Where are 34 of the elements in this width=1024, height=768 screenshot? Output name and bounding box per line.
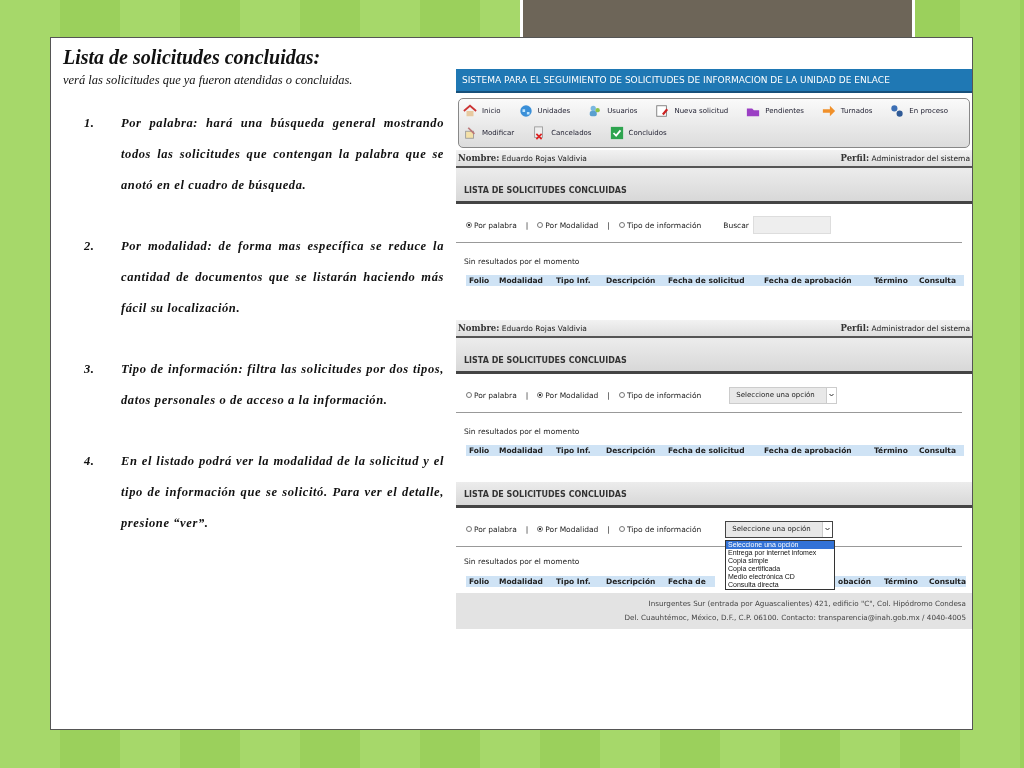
search-field[interactable] bbox=[752, 216, 831, 234]
brush-icon bbox=[463, 126, 477, 140]
app-title-bar: SISTEMA PARA EL SEGUIMIENTO DE SOLICITUDES DE INFORMACION DE LA UNIDAD DE ENLACE bbox=[456, 69, 972, 93]
item-text: Por palabra: hará una búsqueda general mostrando todos las solicitudes que contengan la palabra que se anotó en el cuadro de búsqueda. bbox=[121, 115, 444, 194]
radio-dot[interactable] bbox=[537, 392, 544, 398]
list-title: LISTA DE SOLICITUDES CONCLUIDAS bbox=[456, 338, 972, 374]
house-icon bbox=[463, 104, 477, 118]
item-number: 3. bbox=[83, 361, 96, 378]
radio-dot[interactable] bbox=[466, 526, 472, 532]
radio-dot[interactable] bbox=[466, 222, 472, 228]
radio-dot[interactable] bbox=[466, 392, 472, 398]
item-text: Por modalidad: de forma mas específica se reduce la cantidad de documentos que se listarán haciendo más fácil su localización. bbox=[121, 238, 444, 317]
checkbox-icon bbox=[609, 126, 624, 140]
slide-subtitle: verá las solicitudes que ya fueron atendidas o concluidas. bbox=[63, 73, 354, 88]
radio-dot[interactable] bbox=[618, 222, 625, 228]
globe-icon bbox=[518, 104, 533, 118]
notepad-icon bbox=[655, 104, 670, 118]
radio-dot[interactable] bbox=[618, 392, 625, 398]
caret-icon bbox=[826, 387, 837, 403]
gears-icon bbox=[890, 104, 905, 118]
item-number: 1. bbox=[83, 115, 96, 132]
caret-icon bbox=[822, 521, 833, 537]
radio-dot[interactable] bbox=[537, 222, 544, 228]
list-title: LISTA DE SOLICITUDES CONCLUIDAS bbox=[456, 482, 972, 508]
list-title: LISTA DE SOLICITUDES CONCLUIDAS bbox=[456, 168, 972, 204]
item-text: En el listado podrá ver la modalidad de la solicitud y el tipo de información que se solicitó. Para ver el detalle, presione “ver”. bbox=[121, 453, 444, 532]
radio-dot[interactable] bbox=[537, 526, 544, 532]
arrow-icon bbox=[821, 104, 836, 118]
item-number: 4. bbox=[83, 453, 96, 470]
item-text: Tipo de información: filtra las solicitudes por dos tipos, datos personales o de acceso a la información. bbox=[121, 361, 444, 409]
radio-dot[interactable] bbox=[618, 526, 625, 532]
slide-title: Lista de solicitudes concluidas: bbox=[63, 46, 322, 69]
users-icon bbox=[588, 104, 603, 118]
item-number: 2. bbox=[83, 238, 96, 255]
